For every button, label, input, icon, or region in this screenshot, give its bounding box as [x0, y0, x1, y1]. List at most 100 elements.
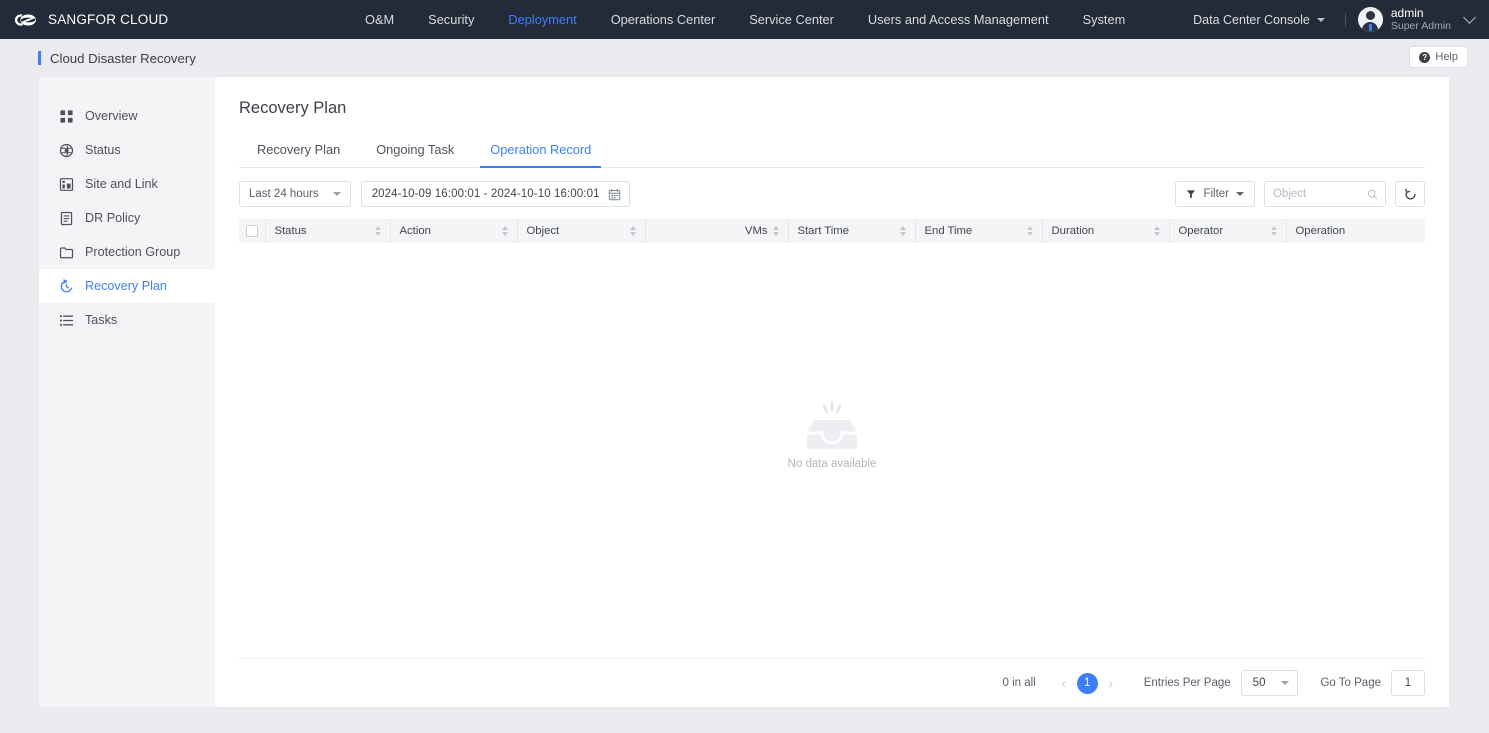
select-all-checkbox[interactable]: [245, 225, 258, 237]
sort-icon[interactable]: [1153, 226, 1160, 236]
grid-icon: [60, 109, 73, 123]
column-header-operator[interactable]: Operator: [1169, 219, 1287, 243]
content-title: Recovery Plan: [239, 99, 347, 117]
filter-button-label: Filter: [1203, 188, 1229, 200]
column-header-label: Object: [526, 225, 560, 237]
tab-operation-record[interactable]: Operation Record: [472, 134, 609, 168]
sidebar: Overview Status Site and Link DR Policy …: [39, 77, 215, 707]
sort-icon[interactable]: [501, 226, 508, 236]
chevron-down-icon: [332, 192, 341, 196]
sidebar-item-label: Tasks: [85, 313, 118, 327]
sidebar-item-label: Overview: [85, 109, 138, 123]
column-header-label: Operator: [1178, 225, 1224, 237]
column-header-operation: Operation: [1286, 219, 1425, 243]
avatar: [1357, 7, 1383, 32]
filter-toolbar: Last 24 hours 2024-10-09 16:00:01 - 2024…: [239, 181, 1425, 207]
refresh-button[interactable]: [1395, 181, 1425, 207]
chevron-right-icon[interactable]: ›: [1100, 676, 1122, 691]
column-header-duration[interactable]: Duration: [1042, 219, 1170, 243]
sidebar-item-tasks[interactable]: Tasks: [39, 303, 215, 337]
column-header-vms[interactable]: VMs: [645, 219, 789, 243]
help-button[interactable]: ? Help: [1409, 46, 1468, 68]
user-role: Super Admin: [1390, 20, 1451, 33]
sort-icon[interactable]: [772, 226, 779, 236]
nav-item-deployment[interactable]: Deployment: [491, 0, 593, 39]
page-number-1[interactable]: 1: [1076, 672, 1098, 694]
building-icon: [59, 177, 74, 191]
sidebar-item-dr-policy[interactable]: DR Policy: [39, 201, 215, 235]
nav-item-om[interactable]: O&M: [348, 0, 411, 39]
nav-item-service-center[interactable]: Service Center: [732, 0, 851, 39]
user-menu[interactable]: admin Super Admin: [1357, 6, 1477, 33]
tab-ongoing-task[interactable]: Ongoing Task: [358, 134, 472, 167]
sidebar-item-recovery-plan[interactable]: Recovery Plan: [39, 269, 215, 303]
go-to-page-input[interactable]: [1391, 670, 1425, 696]
accent-bar: [38, 51, 41, 65]
column-header-label: Operation: [1295, 225, 1346, 237]
column-header-label: End Time: [924, 225, 973, 237]
column-header-label: Start Time: [797, 225, 849, 237]
breadcrumb: Cloud Disaster Recovery: [38, 51, 196, 66]
chevron-down-icon: [1236, 192, 1244, 196]
user-name: admin: [1390, 6, 1424, 21]
sort-icon[interactable]: [629, 226, 636, 236]
sort-icon[interactable]: [1026, 226, 1033, 236]
sort-icon[interactable]: [374, 226, 381, 236]
search-input[interactable]: [1273, 188, 1367, 200]
nav-item-users-and-access-management[interactable]: Users and Access Management: [851, 0, 1066, 39]
nav-item-system[interactable]: System: [1066, 0, 1143, 39]
entries-per-page-label: Entries Per Page: [1143, 677, 1231, 689]
chevron-left-icon[interactable]: ‹: [1053, 676, 1075, 691]
toolbar-right: Filter: [1175, 181, 1425, 207]
page-title: Cloud Disaster Recovery: [50, 50, 196, 66]
empty-state-text: No data available: [787, 457, 877, 470]
sidebar-item-overview[interactable]: Overview: [39, 99, 215, 133]
select-all-header[interactable]: [239, 219, 266, 243]
page-body: Overview Status Site and Link DR Policy …: [0, 77, 1489, 707]
column-header-label: Action: [399, 225, 431, 237]
nav-item-security[interactable]: Security: [411, 0, 491, 39]
chevron-down-icon: [1316, 17, 1325, 22]
tab-recovery-plan[interactable]: Recovery Plan: [239, 134, 358, 167]
question-circle-icon: ?: [1419, 51, 1431, 63]
sidebar-item-protection-group[interactable]: Protection Group: [39, 235, 215, 269]
filter-button[interactable]: Filter: [1175, 181, 1255, 207]
entries-per-page-value: 50: [1252, 677, 1266, 689]
help-button-label: Help: [1435, 51, 1458, 63]
column-header-start-time[interactable]: Start Time: [788, 219, 916, 243]
date-range-input[interactable]: 2024-10-09 16:00:01 - 2024-10-10 16:00:0…: [360, 181, 630, 207]
date-range-value: 2024-10-09 16:00:01 - 2024-10-10 16:00:0…: [371, 188, 600, 200]
time-range-select[interactable]: Last 24 hours: [239, 181, 351, 207]
calendar-icon: [608, 188, 620, 200]
top-navigation-bar: SANGFOR CLOUD O&M Security Deployment Op…: [0, 0, 1489, 39]
sidebar-item-label: DR Policy: [85, 211, 141, 225]
main-nav-items: O&M Security Deployment Operations Cente…: [348, 0, 1142, 39]
console-selector-label: Data Center Console: [1193, 12, 1310, 27]
column-header-status[interactable]: Status: [265, 219, 391, 243]
empty-state: No data available: [239, 243, 1425, 658]
sidebar-item-status[interactable]: Status: [39, 133, 215, 167]
column-header-object[interactable]: Object: [517, 219, 646, 243]
tab-bar: Recovery Plan Ongoing Task Operation Rec…: [239, 134, 1425, 168]
sidebar-item-site-and-link[interactable]: Site and Link: [39, 167, 215, 201]
search-box[interactable]: [1264, 181, 1386, 207]
list-icon: [59, 314, 74, 326]
column-header-label: VMs: [744, 225, 768, 237]
nav-item-operations-center[interactable]: Operations Center: [594, 0, 733, 39]
console-selector[interactable]: Data Center Console: [1193, 13, 1333, 27]
history-restore-icon: [60, 278, 73, 292]
content-panel: Recovery Plan Recovery Plan Ongoing Task…: [215, 77, 1449, 707]
entries-per-page-select[interactable]: 50: [1240, 670, 1299, 696]
column-header-end-time[interactable]: End Time: [915, 219, 1043, 243]
empty-tray-icon: [807, 401, 857, 449]
status-globe-icon: [59, 143, 74, 157]
refresh-icon: [1404, 188, 1416, 199]
table: Status Action Object VMs Start Time End …: [239, 219, 1425, 243]
sort-icon[interactable]: [899, 226, 906, 236]
brand[interactable]: SANGFOR CLOUD: [0, 10, 300, 30]
sidebar-item-label: Protection Group: [85, 245, 181, 259]
sort-icon[interactable]: [1270, 226, 1277, 236]
funnel-icon: [1187, 190, 1196, 199]
pagination: 0 in all ‹ 1 › Entries Per Page 50 Go To…: [239, 659, 1425, 707]
column-header-action[interactable]: Action: [390, 219, 518, 243]
